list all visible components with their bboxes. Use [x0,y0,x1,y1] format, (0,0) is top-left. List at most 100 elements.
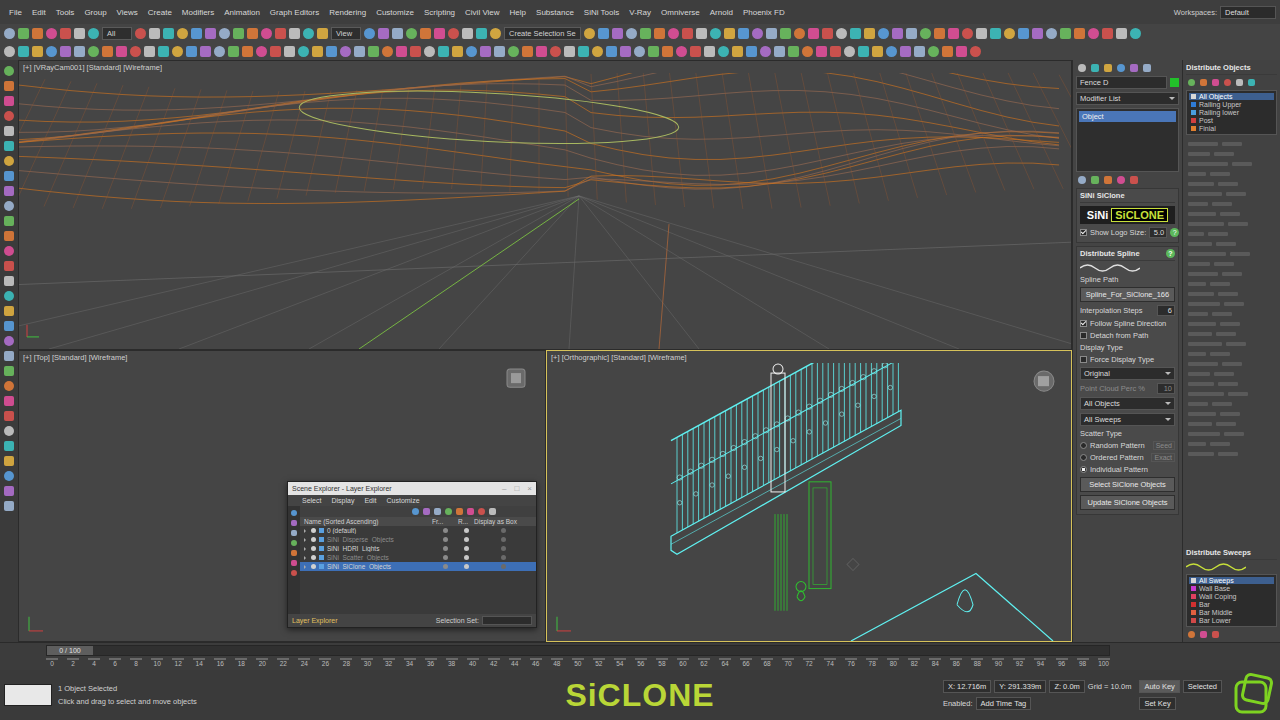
side-tool-icon[interactable] [4,381,14,391]
explorer-menu-item[interactable]: Display [331,497,354,504]
tool-icon[interactable] [976,28,987,39]
reference-coord-dropdown[interactable]: View [331,27,361,40]
object-list-item[interactable]: Railing lower [1189,109,1274,116]
side-tool-icon[interactable] [4,321,14,331]
tool-icon[interactable] [864,28,875,39]
side-tool-icon[interactable] [4,456,14,466]
show-logo-row[interactable]: Show Logo Size:5.0? [1080,227,1175,238]
explorer-mode[interactable]: Layer Explorer [292,617,338,624]
freeze-icon[interactable] [443,528,448,533]
freeze-icon[interactable] [443,564,448,569]
column-header[interactable]: Display as Box [474,518,532,525]
sweep-group-dropdown[interactable]: All Sweeps [1080,413,1175,426]
tool-icon[interactable] [163,28,174,39]
plugin-icon[interactable] [732,46,743,57]
command-tab-icon[interactable] [1130,64,1138,72]
tool-icon[interactable] [74,28,85,39]
display-type-dropdown[interactable]: Original [1080,367,1175,380]
menu-item[interactable]: File [4,8,27,17]
show-logo-checkbox[interactable] [1080,229,1087,236]
tool-icon[interactable] [1088,28,1099,39]
tool-icon[interactable] [448,28,459,39]
tool-icon[interactable] [289,28,300,39]
plugin-icon[interactable] [522,46,533,57]
tool-icon[interactable] [476,28,487,39]
menu-item[interactable]: Civil View [460,8,505,17]
tool-icon[interactable] [434,28,445,39]
object-list-item[interactable]: Finial [1189,125,1274,132]
explorer-side-icon[interactable] [291,560,297,566]
side-tool-icon[interactable] [4,171,14,181]
command-tab-icon[interactable] [1104,64,1112,72]
tool-icon[interactable] [392,28,403,39]
plugin-icon[interactable] [18,46,29,57]
tool-icon[interactable] [32,28,43,39]
add-time-tag-button[interactable]: Add Time Tag [976,697,1032,710]
plugin-icon[interactable] [662,46,673,57]
plugin-icon[interactable] [116,46,127,57]
tool-icon[interactable] [60,28,71,39]
side-tool-icon[interactable] [4,396,14,406]
viewport-label[interactable]: [+] [Orthographic] [Standard] [Wireframe… [547,351,1071,363]
plugin-icon[interactable] [592,46,603,57]
tool-icon[interactable] [640,28,651,39]
tool-icon[interactable] [934,28,945,39]
object-list-item[interactable]: All Objects [1189,93,1274,100]
display-box-icon[interactable] [501,528,506,533]
plugin-icon[interactable] [914,46,925,57]
menu-item[interactable]: Customize [371,8,419,17]
plugin-icon[interactable] [480,46,491,57]
explorer-tool-icon[interactable] [489,508,496,515]
option-row[interactable]: Detach from Path [1080,331,1175,340]
side-tool-icon[interactable] [4,216,14,226]
plugin-icon[interactable] [774,46,785,57]
plugin-icon[interactable] [424,46,435,57]
tool-icon[interactable] [626,28,637,39]
plugin-icon[interactable] [102,46,113,57]
plugin-icon[interactable] [130,46,141,57]
action-button[interactable]: Update SiClone Objects [1080,495,1175,510]
plugin-icon[interactable] [858,46,869,57]
side-tool-icon[interactable] [4,81,14,91]
tool-icon[interactable] [177,28,188,39]
named-selection-field[interactable]: Create Selection Se [504,27,581,40]
tool-icon[interactable] [822,28,833,39]
tool-icon[interactable] [780,28,791,39]
plugin-icon[interactable] [354,46,365,57]
sweep-list-item[interactable]: Bar [1189,601,1274,608]
side-tool-icon[interactable] [4,186,14,196]
plugin-icon[interactable] [228,46,239,57]
force-display-checkbox[interactable] [1080,356,1087,363]
selection-filter-dropdown[interactable]: All [102,27,132,40]
viewport-canvas[interactable] [19,73,1071,349]
scatter-radio[interactable] [1080,454,1087,461]
tool-icon[interactable] [920,28,931,39]
tool-icon[interactable] [135,28,146,39]
sweep-list-item[interactable]: Wall Base [1189,585,1274,592]
side-tool-icon[interactable] [4,501,14,511]
side-tool-icon[interactable] [4,201,14,211]
tool-icon[interactable] [752,28,763,39]
freeze-icon[interactable] [443,546,448,551]
window-control-button[interactable]: × [527,484,532,493]
explorer-side-icon[interactable] [291,510,297,516]
window-control-button[interactable]: – [502,484,506,493]
time-slider-thumb[interactable]: 0 / 100 [47,646,93,655]
explorer-menu-item[interactable]: Edit [364,497,376,504]
menu-item[interactable]: SiNi Tools [579,8,624,17]
scatter-radio[interactable] [1080,442,1087,449]
plugin-icon[interactable] [256,46,267,57]
plugin-icon[interactable] [382,46,393,57]
tool-icon[interactable] [710,28,721,39]
render-icon[interactable] [464,537,469,542]
object-list-item[interactable]: Post [1189,117,1274,124]
plugin-icon[interactable] [158,46,169,57]
tool-icon[interactable] [598,28,609,39]
option-checkbox[interactable] [1080,320,1087,327]
option-row[interactable]: Follow Spline Direction [1080,319,1175,328]
plugin-icon[interactable] [564,46,575,57]
plugin-icon[interactable] [900,46,911,57]
tool-icon[interactable] [261,28,272,39]
explorer-tool-icon[interactable] [456,508,463,515]
freeze-icon[interactable] [443,555,448,560]
